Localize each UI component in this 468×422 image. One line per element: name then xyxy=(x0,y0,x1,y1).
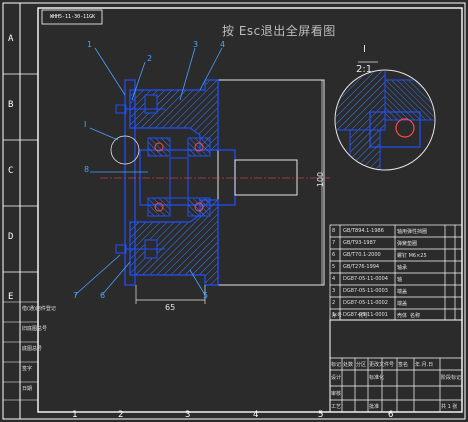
bom-row-code: GB/T894.1-1986 xyxy=(343,228,384,234)
balloon-2: 2 xyxy=(147,54,153,63)
strip-2: 旧底图总号 xyxy=(22,326,48,332)
tb-change: 更改文件号 xyxy=(369,362,395,368)
tb-sign: 签名 xyxy=(398,362,409,368)
bom-row-code: GB/T276-1994 xyxy=(343,264,380,270)
bom-row-no: 5 xyxy=(332,264,336,270)
bom-row-name: 端盖 xyxy=(397,301,408,307)
strip-5: 日期 xyxy=(22,386,33,392)
balloon-6: 6 xyxy=(100,291,106,300)
dim-width: 65 xyxy=(165,303,176,312)
bom-row-code: DG87-05-11-0003 xyxy=(343,288,388,294)
fullscreen-hint: 按 Esc退出全屏看图 xyxy=(222,24,336,38)
zone-bottom-1: 1 xyxy=(72,410,78,420)
bom-row-no: 4 xyxy=(332,276,336,282)
bom-row-name: 轴承 xyxy=(397,265,408,271)
balloon-I: I xyxy=(84,120,87,129)
bom-header-name: 名称 xyxy=(410,313,421,319)
bom-row-name: 轴用弹性挡圈 xyxy=(397,229,428,235)
zone-bottom-3: 3 xyxy=(185,410,191,420)
dim-height: 100 xyxy=(316,171,326,188)
tb-stage: 阶段标记 xyxy=(441,375,462,381)
detail-scale: 2:1 xyxy=(356,64,373,75)
bom-row-name: 螺钉 M6×25 xyxy=(397,253,427,259)
strip-3: 底图总号 xyxy=(22,346,43,352)
balloon-8: 8 xyxy=(84,165,90,174)
drawing-canvas[interactable] xyxy=(0,0,468,422)
tb-sheets: 共 1 张 xyxy=(441,404,458,410)
bom-row-code: DG87-05-11-0002 xyxy=(343,300,388,306)
zone-C: C xyxy=(8,166,14,176)
zone-B: B xyxy=(8,100,14,110)
zone-bottom-4: 4 xyxy=(253,410,259,420)
bom-row-no: 8 xyxy=(332,228,336,234)
assembly-section xyxy=(100,79,330,286)
bom-row-no: 3 xyxy=(332,288,336,294)
tb-zone: 分区 xyxy=(356,362,367,368)
bom-header-no: 序号 xyxy=(332,313,343,319)
bom-row-name: 弹簧垫圈 xyxy=(397,241,418,247)
bom-row-no: 7 xyxy=(332,240,336,246)
tb-standard: 标准化 xyxy=(369,375,385,381)
balloon-3: 3 xyxy=(193,40,199,49)
detail-view xyxy=(334,61,436,171)
tb-approve: 批准 xyxy=(369,404,380,410)
tb-count: 处数 xyxy=(343,362,354,368)
bom-row-no: 2 xyxy=(332,300,336,306)
bom-row-code: DG87-05-11-0004 xyxy=(343,276,388,282)
bom-row-no: 6 xyxy=(332,252,336,258)
tb-craft: 工艺 xyxy=(331,404,342,410)
bom-row-code: GB/T93-1987 xyxy=(343,240,376,246)
strip-1: 借(通)用件登记 xyxy=(22,306,56,312)
strip-4: 签字 xyxy=(22,366,33,372)
tb-design: 设计 xyxy=(331,375,342,381)
zone-A: A xyxy=(8,34,14,44)
zone-D: D xyxy=(8,232,14,242)
tb-date: 年.月.日 xyxy=(415,362,434,368)
zone-bottom-5: 5 xyxy=(318,410,324,420)
tb-review: 审核 xyxy=(331,391,342,397)
bom-row-name: 轴 xyxy=(397,277,403,283)
bom-header-code: 代号 xyxy=(358,313,369,319)
tb-mark: 标记 xyxy=(331,362,342,368)
zone-bottom-2: 2 xyxy=(118,410,124,420)
bom-row-code: GB/T70.1-2000 xyxy=(343,252,381,258)
balloon-7: 7 xyxy=(73,291,79,300)
drawing-code: WHH5-11-30-11GK xyxy=(50,14,96,20)
bom-row-name: 壳体 xyxy=(397,313,408,319)
zone-bottom-6: 6 xyxy=(388,410,394,420)
balloon-1: 1 xyxy=(87,40,93,49)
bom-row-name: 端盖 xyxy=(397,289,408,295)
balloon-4: 4 xyxy=(220,40,226,49)
zone-E: E xyxy=(8,292,14,302)
balloon-5: 5 xyxy=(203,291,209,300)
detail-title: I xyxy=(363,44,366,55)
